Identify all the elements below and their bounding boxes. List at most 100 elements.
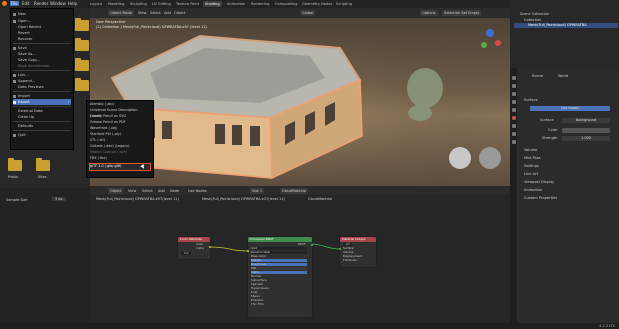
color-swatch[interactable] bbox=[562, 128, 610, 133]
viewport-menu-add[interactable]: Add bbox=[164, 10, 171, 16]
node-menu-select[interactable]: Select bbox=[142, 188, 153, 194]
menu-item-recover[interactable]: Recover bbox=[13, 36, 71, 42]
transform-orientation-dropdown[interactable]: Global bbox=[300, 10, 316, 16]
export-fbx[interactable]: FBX (.fbx) bbox=[90, 156, 150, 162]
outliner-mesh[interactable]: Mesh(Full_Pointcloud) GPWRATBA bbox=[528, 23, 587, 27]
tab-compositing[interactable]: Compositing bbox=[273, 1, 300, 7]
node-menu-node[interactable]: Node bbox=[170, 188, 179, 194]
tab-modeling[interactable]: Modeling bbox=[106, 1, 126, 7]
view-layer-tab-icon[interactable] bbox=[511, 100, 516, 104]
socket[interactable] bbox=[246, 250, 250, 253]
modifier-tab-icon[interactable] bbox=[511, 132, 516, 136]
export-usd[interactable]: Universal Scene Description (.usd*) bbox=[90, 108, 150, 118]
outliner-scene-collection[interactable]: Scene Collection bbox=[520, 12, 549, 16]
menu-item-defaults[interactable]: Defaults bbox=[13, 123, 71, 129]
export-grease-pencil-pdf[interactable]: Grease Pencil as PDF bbox=[90, 120, 150, 126]
viewport-menu-object[interactable]: Object bbox=[174, 10, 185, 16]
panel-custom-properties[interactable]: Custom Properties bbox=[524, 196, 557, 201]
surface-shader-field[interactable]: Background bbox=[562, 118, 610, 123]
tab-geometry-nodes[interactable]: Geometry Nodes bbox=[300, 1, 334, 7]
material-tab-icon[interactable] bbox=[511, 140, 516, 144]
tab-shading[interactable]: Shading bbox=[203, 1, 222, 7]
save-icon bbox=[13, 46, 16, 50]
socket[interactable] bbox=[310, 243, 314, 246]
node-color-attribute[interactable]: Color Attribute Color Alpha Col bbox=[178, 237, 212, 259]
folder-icon[interactable] bbox=[75, 78, 89, 91]
node-menu-add[interactable]: Add bbox=[158, 188, 165, 194]
tab-layout[interactable]: Layout bbox=[88, 1, 104, 7]
use-nodes-checkbox[interactable]: Use Nodes bbox=[188, 188, 207, 194]
node-editor[interactable]: Mesh(Full_Pointcloud) GPWRATBA.e57(level… bbox=[90, 195, 510, 323]
menu-edit[interactable]: Edit bbox=[22, 1, 30, 6]
tab-scripting[interactable]: Scripting bbox=[334, 1, 354, 7]
panel-mist-pass[interactable]: Mist Pass bbox=[524, 156, 540, 161]
tab-rendering[interactable]: Rendering bbox=[249, 1, 271, 7]
menu-item-quit[interactable]: Quit bbox=[13, 132, 71, 138]
object-tab-icon[interactable] bbox=[511, 124, 516, 128]
scene-tab-icon[interactable] bbox=[511, 108, 516, 112]
collection-info: (1) Collection | Mesh(Full_Pointcloud) G… bbox=[96, 25, 207, 29]
tab-animation[interactable]: Animation bbox=[225, 1, 247, 7]
tab-texture-paint[interactable]: Texture Paint bbox=[174, 1, 201, 7]
socket[interactable] bbox=[338, 248, 342, 251]
object-mode-dropdown[interactable]: Object Mode bbox=[108, 10, 135, 16]
folder-icon[interactable] bbox=[75, 58, 89, 71]
export-obj[interactable]: Wavefront (.obj) bbox=[90, 126, 150, 132]
export-stl[interactable]: STL (.stl) bbox=[90, 138, 150, 144]
slot-dropdown[interactable]: Slot 1 bbox=[250, 187, 265, 194]
viewport-menu-view[interactable]: View bbox=[138, 10, 146, 16]
menu-item-save-incremental[interactable]: Save Incremental bbox=[13, 63, 71, 69]
world-tab-icon[interactable] bbox=[511, 116, 516, 120]
node-input-roughness[interactable]: Roughness bbox=[251, 262, 307, 267]
panel-animation[interactable]: Animation bbox=[524, 188, 542, 193]
menu-help[interactable]: Help bbox=[68, 1, 77, 6]
options-dropdown[interactable]: Options bbox=[420, 10, 438, 16]
export-bvh[interactable]: Motion Capture (.bvh) bbox=[90, 150, 150, 156]
render-tab-icon[interactable] bbox=[511, 84, 516, 88]
menu-window[interactable]: Window bbox=[50, 1, 66, 6]
export-collada[interactable]: Collada (.dae) (Legacy) bbox=[90, 144, 150, 150]
viewport-menu-select[interactable]: Select bbox=[150, 10, 161, 16]
view-name: User Perspective bbox=[96, 20, 126, 24]
node-editor-header: Object View Select Add Node Use Nodes Sl… bbox=[90, 186, 510, 195]
menu-item-export[interactable]: Export › bbox=[13, 99, 71, 105]
folder-icon[interactable] bbox=[36, 158, 50, 171]
export-ply[interactable]: Stanford PLY (.ply) bbox=[90, 132, 150, 138]
tab-sculpting[interactable]: Sculpting bbox=[128, 1, 149, 7]
node-menu-view[interactable]: View bbox=[128, 188, 136, 194]
menu-item-data-previews[interactable]: Data Previews bbox=[13, 84, 71, 90]
node-object-dropdown[interactable]: Object bbox=[108, 187, 124, 194]
tab-uv-editing[interactable]: UV Editing bbox=[150, 1, 173, 7]
menu-file[interactable]: File bbox=[10, 1, 19, 6]
outliner-collection[interactable]: Collection bbox=[524, 18, 541, 22]
panel-volume[interactable]: Volume bbox=[524, 148, 537, 153]
menu-divider bbox=[13, 91, 71, 92]
panel-line-art[interactable]: Line Art bbox=[524, 172, 538, 177]
use-nodes-button[interactable]: Use Nodes bbox=[530, 106, 610, 111]
panel-settings[interactable]: Settings bbox=[524, 164, 539, 169]
menu-item-clean-up[interactable]: Clean Up bbox=[13, 114, 71, 120]
blender-logo-icon[interactable] bbox=[2, 1, 7, 6]
strength-field[interactable]: 1.000 bbox=[562, 136, 610, 141]
sample-size-field[interactable]: 3 px bbox=[52, 197, 66, 201]
folder-icon[interactable] bbox=[8, 158, 22, 171]
panel-viewport-display[interactable]: Viewport Display bbox=[524, 180, 554, 185]
folder-icon[interactable] bbox=[75, 18, 89, 31]
output-tab-icon[interactable] bbox=[511, 92, 516, 96]
export-grease-pencil-svg[interactable]: Grease Pencil as SVG bbox=[90, 114, 150, 120]
selection-set-dropdown[interactable]: Selection Set Empty bbox=[442, 10, 482, 16]
node-panel-thin-film[interactable]: Thin Film bbox=[251, 302, 264, 306]
node-attribute-field[interactable]: Col bbox=[181, 251, 192, 256]
node-input-ior[interactable]: IOR bbox=[251, 266, 307, 271]
menu-item-new[interactable]: New bbox=[13, 11, 71, 17]
node-material-output[interactable]: Material Output All Surface Volume Displ… bbox=[338, 237, 376, 267]
surface-panel-header[interactable]: Surface bbox=[524, 98, 538, 103]
menu-render[interactable]: Render bbox=[34, 1, 48, 6]
color-label: Color bbox=[548, 128, 558, 132]
export-alembic[interactable]: Alembic (.abc) bbox=[90, 102, 150, 108]
node-principled-bsdf[interactable]: Principled BSDF BSDF GGX Random Walk Bas… bbox=[246, 237, 314, 317]
material-selector[interactable]: CloudMaterial bbox=[280, 187, 309, 194]
node-output-bsdf: BSDF bbox=[298, 242, 306, 246]
folder-icon[interactable] bbox=[75, 38, 89, 51]
tool-tab-icon[interactable] bbox=[511, 76, 516, 80]
